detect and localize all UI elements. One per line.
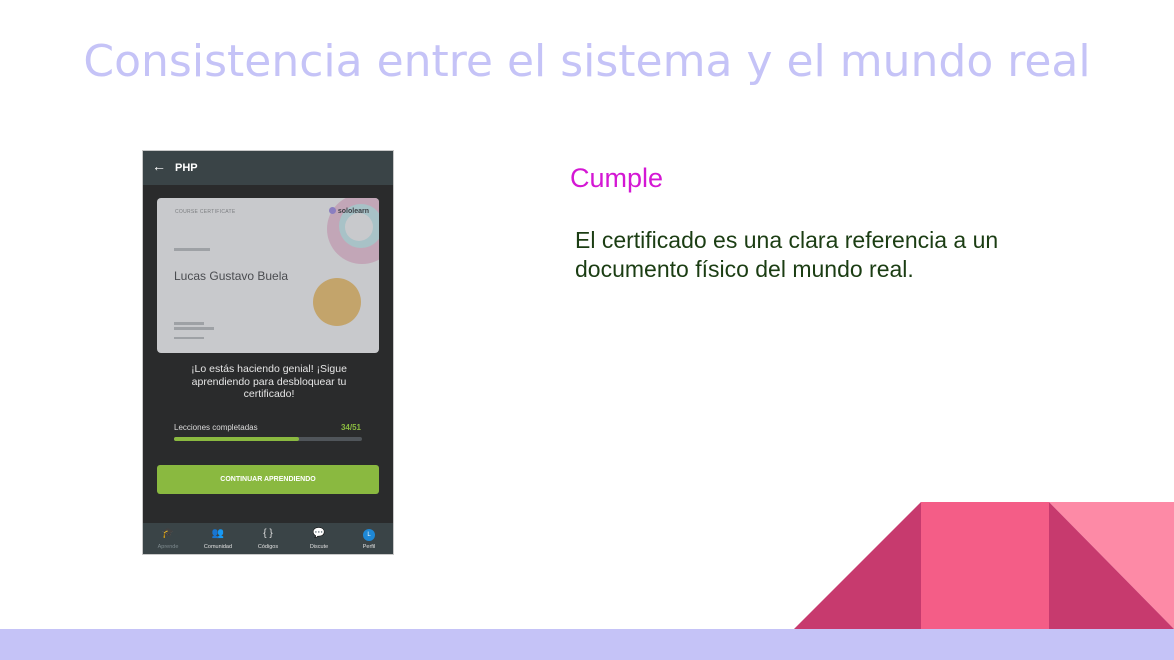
placeholder-line: [174, 322, 204, 325]
nav-label: Códigos: [257, 544, 279, 550]
certificate-holder-name: Lucas Gustavo Buela: [174, 269, 289, 283]
nav-label: Comunidad: [203, 544, 233, 550]
certificate-label: COURSE CERTIFICATE: [175, 209, 236, 215]
brand-name: sololearn: [337, 208, 369, 215]
graduation-cap-icon: 🎓: [161, 528, 175, 539]
nav-label: Perfil: [362, 544, 376, 550]
explanation-text: El certificado es una clara referencia a…: [575, 227, 999, 282]
nav-item-discute[interactable]: 💬 Discute: [294, 527, 344, 550]
nav-item-comunidad[interactable]: 👥 Comunidad: [193, 527, 243, 550]
nav-label: Discute: [309, 544, 329, 550]
progress-bar-fill: [174, 437, 300, 441]
certificate-card: COURSE CERTIFICATE sololearn Lucas Gusta…: [157, 198, 379, 353]
certificate-seal: [313, 278, 361, 326]
chat-bubbles-icon: 💬: [312, 528, 326, 539]
slide-title: Consistencia entre el sistema y el mundo…: [83, 36, 1091, 87]
placeholder-line: [174, 337, 204, 339]
nav-item-perfil[interactable]: L Perfil: [344, 527, 393, 550]
encouragement-message: ¡Lo estás haciendo genial! ¡Sigue aprend…: [191, 363, 347, 400]
people-icon: 👥: [211, 528, 225, 539]
bottom-navigation: 🎓 Aprende 👥 Comunidad { } Códigos 💬 Disc…: [143, 523, 393, 554]
decorative-shapes: [794, 502, 1174, 629]
sololearn-logo: sololearn: [328, 207, 369, 215]
code-braces-icon: { }: [263, 528, 273, 539]
nav-label: Aprende: [157, 544, 179, 550]
deco-triangle-left: [794, 502, 921, 629]
progress-label: Lecciones completadas: [174, 423, 258, 432]
progress-count: 34/51: [340, 423, 361, 432]
deco-square: [921, 502, 1049, 629]
progress-bar: [174, 437, 362, 441]
sololearn-logo-icon: [328, 207, 336, 214]
nav-item-aprende[interactable]: 🎓 Aprende: [143, 527, 193, 550]
app-bar-title: PHP: [175, 162, 198, 174]
app-screenshot: ← PHP COURSE CERTIFICATE sololearn Lucas…: [142, 150, 394, 555]
avatar-icon: L: [363, 529, 375, 541]
verdict-label: Cumple: [570, 163, 664, 193]
app-bar: ← PHP: [143, 151, 393, 185]
certificate-decoration: [345, 213, 373, 241]
placeholder-line: [174, 327, 214, 330]
continue-learning-button[interactable]: CONTINUAR APRENDIENDO: [157, 465, 379, 494]
placeholder-line: [174, 248, 210, 251]
nav-item-codigos[interactable]: { } Códigos: [243, 527, 293, 550]
arrow-left-icon[interactable]: ←: [152, 159, 166, 173]
bottom-band: [0, 629, 1174, 660]
